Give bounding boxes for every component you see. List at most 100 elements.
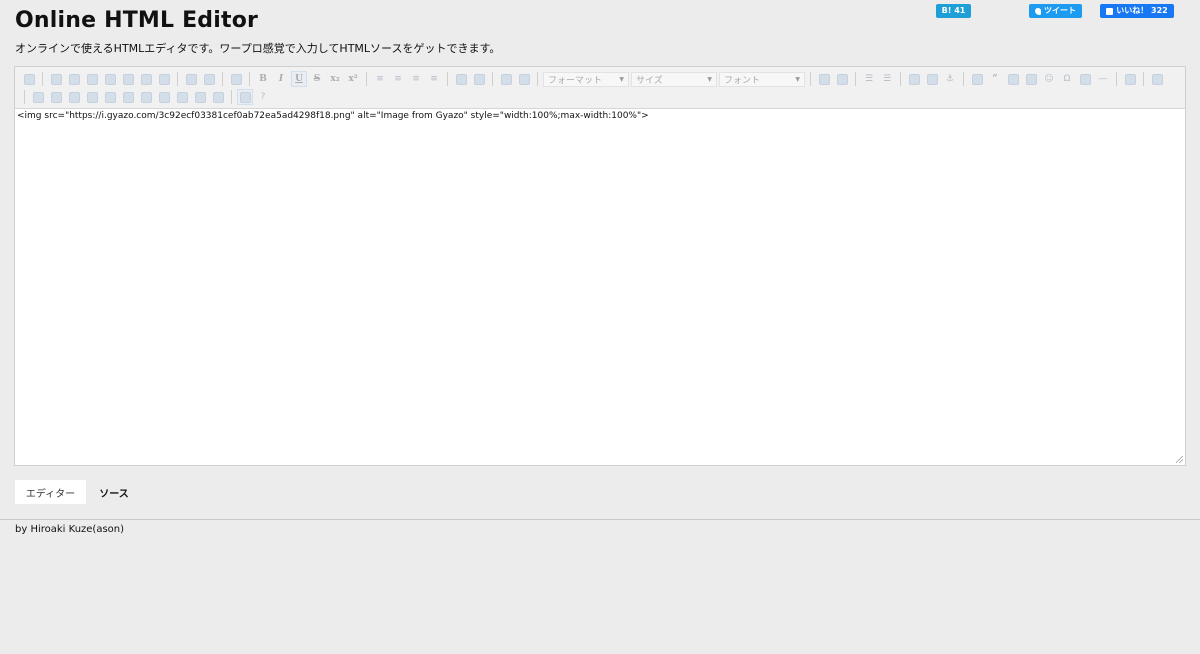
align-left-icon[interactable]: ≡ [372, 71, 388, 87]
editor-toolbar: B I U S x₂ x² ≡ ≡ ≡ ≡ フォーマット ▼ サイズ ▼ フォン… [15, 67, 1185, 109]
superscript-icon[interactable]: x² [345, 71, 361, 87]
iframe-icon[interactable] [1122, 71, 1138, 87]
page-break-icon[interactable] [1077, 71, 1093, 87]
toolbar-separator [855, 72, 856, 86]
strikethrough-icon[interactable]: S [309, 71, 325, 87]
background-color-icon[interactable] [516, 71, 532, 87]
spellcheck-icon[interactable] [156, 71, 172, 87]
select-all-icon[interactable] [1005, 71, 1021, 87]
tweet-label: ツイート [1044, 6, 1076, 15]
anchor-icon[interactable]: ⚓ [942, 71, 958, 87]
smiley-icon[interactable]: ☺ [1041, 71, 1057, 87]
font-dropdown[interactable]: フォント ▼ [719, 71, 805, 87]
toolbar-separator [963, 72, 964, 86]
italic-icon[interactable]: I [273, 71, 289, 87]
toolbar-row-2: ? [21, 88, 1179, 106]
toolbar-separator [249, 72, 250, 86]
cut-icon[interactable] [48, 71, 64, 87]
unlink-icon[interactable] [924, 71, 940, 87]
text-color-icon[interactable] [498, 71, 514, 87]
divider [0, 519, 1200, 520]
rich-text-editor: B I U S x₂ x² ≡ ≡ ≡ ≡ フォーマット ▼ サイズ ▼ フォン… [14, 66, 1186, 466]
resize-grip-icon[interactable] [1176, 456, 1183, 463]
image-icon[interactable] [1023, 71, 1039, 87]
page-title: Online HTML Editor [15, 8, 259, 33]
toolbar-separator [1143, 72, 1144, 86]
toolbar-separator [366, 72, 367, 86]
copy-icon[interactable] [66, 71, 82, 87]
toolbar-separator [222, 72, 223, 86]
facebook-like-button[interactable]: いいね！ 322 [1100, 4, 1174, 18]
special-char-icon[interactable]: Ω [1059, 71, 1075, 87]
tab-source[interactable]: ソース [88, 480, 140, 504]
chevron-down-icon: ▼ [707, 75, 712, 83]
format-dropdown-label: フォーマット [548, 75, 603, 86]
numbered-list-icon[interactable]: ☰ [861, 71, 877, 87]
toolbar-separator [900, 72, 901, 86]
toolbar-separator [537, 72, 538, 86]
help-icon[interactable]: ? [255, 89, 271, 105]
toolbar-separator [492, 72, 493, 86]
chevron-down-icon: ▼ [619, 75, 624, 83]
table-icon[interactable] [192, 89, 208, 105]
footer-credit: by Hiroaki Kuze(ason) [15, 524, 125, 535]
toolbar-separator [42, 72, 43, 86]
page-subtitle: オンラインで使えるHTMLエディタです。ワープロ感覚で入力してHTMLソースをゲ… [15, 42, 501, 55]
tab-editor[interactable]: エディター [15, 480, 86, 504]
indent-icon[interactable] [471, 71, 487, 87]
justify-icon[interactable]: ≡ [426, 71, 442, 87]
bold-icon[interactable]: B [255, 71, 271, 87]
div-icon[interactable] [969, 71, 985, 87]
twitter-bird-icon [1035, 7, 1041, 15]
size-dropdown[interactable]: サイズ ▼ [631, 71, 717, 87]
select-icon[interactable] [120, 89, 136, 105]
image-button-icon[interactable] [156, 89, 172, 105]
outdent-icon[interactable] [453, 71, 469, 87]
hidden-field-icon[interactable] [174, 89, 190, 105]
toolbar-separator [810, 72, 811, 86]
horizontal-rule-icon[interactable]: — [1095, 71, 1111, 87]
toolbar-separator [1116, 72, 1117, 86]
radio-icon[interactable] [66, 89, 82, 105]
subscript-icon[interactable]: x₂ [327, 71, 343, 87]
bulleted-list-icon[interactable]: ☰ [879, 71, 895, 87]
paste-icon[interactable] [84, 71, 100, 87]
toolbar-separator [177, 72, 178, 86]
align-center-icon[interactable]: ≡ [390, 71, 406, 87]
print-icon[interactable] [138, 71, 154, 87]
like-label: いいね！ 322 [1116, 6, 1168, 15]
textarea-icon[interactable] [102, 89, 118, 105]
hatena-bookmark-button[interactable]: B! 41 [936, 4, 971, 18]
size-dropdown-label: サイズ [636, 75, 663, 86]
ltr-icon[interactable] [816, 71, 832, 87]
text-field-icon[interactable] [84, 89, 100, 105]
checkbox-icon[interactable] [48, 89, 64, 105]
show-blocks-icon[interactable] [1149, 71, 1165, 87]
blockquote-icon[interactable]: “ [987, 71, 1003, 87]
chevron-down-icon: ▼ [795, 75, 800, 83]
table-row-icon[interactable] [210, 89, 226, 105]
paste-text-icon[interactable] [102, 71, 118, 87]
button-icon[interactable] [138, 89, 154, 105]
tweet-button[interactable]: ツイート [1029, 4, 1082, 18]
editor-content-area[interactable]: <img src="https://i.gyazo.com/3c92ecf033… [15, 109, 1185, 123]
underline-icon[interactable]: U [291, 71, 307, 87]
find-icon[interactable] [228, 71, 244, 87]
thumbs-up-icon [1106, 7, 1114, 15]
undo-icon[interactable] [183, 71, 199, 87]
paste-word-icon[interactable] [120, 71, 136, 87]
hatena-bookmark-label: B! 41 [941, 6, 966, 15]
toolbar-separator [24, 90, 25, 104]
toolbar-row-1: B I U S x₂ x² ≡ ≡ ≡ ≡ フォーマット ▼ サイズ ▼ フォン… [21, 70, 1179, 88]
align-right-icon[interactable]: ≡ [408, 71, 424, 87]
rtl-icon[interactable] [834, 71, 850, 87]
font-dropdown-label: フォント [724, 75, 761, 86]
redo-icon[interactable] [201, 71, 217, 87]
format-dropdown[interactable]: フォーマット ▼ [543, 71, 629, 87]
form-icon[interactable] [30, 89, 46, 105]
toolbar-separator [231, 90, 232, 104]
maximize-icon[interactable] [237, 89, 253, 105]
toolbar-separator [447, 72, 448, 86]
link-icon[interactable] [906, 71, 922, 87]
new-page-icon[interactable] [21, 71, 37, 87]
